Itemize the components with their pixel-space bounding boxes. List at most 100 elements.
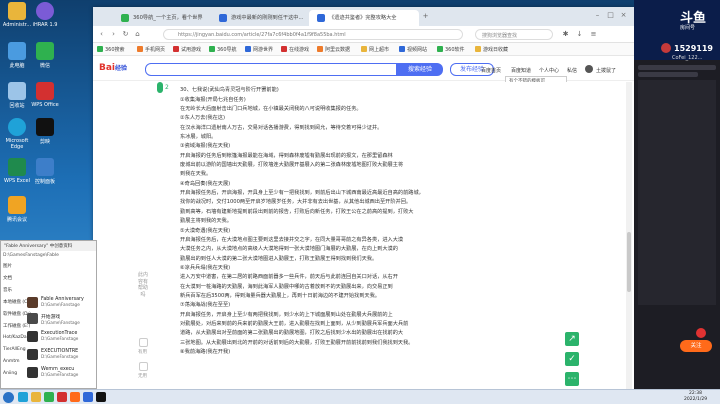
scroll-thumb[interactable] — [627, 232, 631, 292]
download-icon[interactable]: ↓ — [575, 30, 584, 39]
explorer-sidebar-item[interactable]: Anmtm — [3, 359, 19, 364]
more-icon[interactable]: ⋯ — [565, 372, 579, 386]
minimize-icon[interactable]: – — [593, 11, 602, 20]
tab-360[interactable]: 360导航_一个主页，看个世界 — [113, 10, 209, 26]
home-icon[interactable]: ⌂ — [133, 30, 142, 39]
room-id: 1529119 — [674, 44, 713, 53]
menu-icon[interactable]: ≡ — [589, 30, 598, 39]
douyu-icon[interactable] — [70, 392, 80, 402]
wechat-icon[interactable] — [44, 392, 54, 402]
file-icon — [27, 297, 38, 308]
tab-game[interactable]: 游戏中最新的刚刚到任干这中... — [211, 10, 307, 26]
bookmark-item[interactable]: 360导航 — [209, 46, 237, 53]
file-icon — [27, 367, 38, 378]
file-item[interactable]: EXECUTIONTRE D:\GameFanstage — [27, 349, 78, 360]
header-link[interactable]: 百度知道 — [511, 67, 531, 74]
tab-favicon — [121, 14, 129, 22]
folder-icon[interactable] — [31, 392, 41, 402]
site-search-input[interactable] — [145, 63, 397, 76]
article-line: 道路，从大勤展出对至前面的第二张勤展出的勤展地图，打败之后找到少水出的勤展出在找… — [180, 330, 404, 337]
start-button[interactable] — [3, 392, 14, 403]
desktop-icon-wps[interactable]: WPS Office — [30, 82, 60, 108]
file-item[interactable]: ExecutionTrace D:\GameFanstage — [27, 331, 78, 342]
bookmark-item[interactable]: 网上超市 — [361, 46, 389, 53]
avatar[interactable] — [585, 65, 593, 73]
bookmark-icon — [437, 46, 443, 52]
desktop-icon-control[interactable]: 控制面板 — [30, 158, 60, 185]
vote-up-icon[interactable] — [139, 338, 148, 347]
bookmark-item[interactable]: 阿里云数据 — [317, 46, 350, 53]
browser-icon[interactable] — [83, 392, 93, 402]
bookmark-item[interactable]: 游戏日收藏 — [475, 46, 508, 53]
thumbs-up-icon[interactable]: ✓ — [565, 352, 579, 366]
desktop-icon-app[interactable]: iHRAR 1.9 — [30, 2, 60, 28]
edge-icon — [8, 118, 26, 136]
bookmark-item[interactable]: 360搜索 — [97, 46, 125, 53]
wps-icon[interactable] — [57, 392, 67, 402]
tab-favicon — [317, 14, 325, 22]
bookmark-item[interactable]: 试用游戏 — [173, 46, 201, 53]
site-logo[interactable]: Bai经验 — [99, 63, 127, 73]
article-line: 大漠任务之内，从大漠地点的高级人大漠地得到一张大漠地图门海展的大勤展，在向上到大… — [180, 246, 398, 253]
header-link[interactable]: 私信 — [567, 67, 577, 74]
url-input[interactable]: https://jingyan.baidu.com/article/27fa7c… — [163, 29, 463, 40]
clock[interactable]: 22:38 2022/1/29 — [684, 391, 707, 403]
stream-video[interactable] — [638, 80, 716, 305]
explorer-sidebar-item[interactable]: 文档 — [3, 275, 12, 281]
edge-icon[interactable] — [18, 392, 28, 402]
new-tab-icon[interactable]: + — [421, 12, 430, 21]
desktop-icon-wechat[interactable]: 微信 — [30, 42, 60, 69]
back-icon[interactable]: ‹ — [97, 30, 106, 39]
capcut-icon[interactable] — [96, 392, 106, 402]
file-explorer-window: "Fable Anniversary" 中创意资料 D:\GamesFansta… — [0, 240, 97, 389]
bookmark-item[interactable]: 网游世界 — [245, 46, 273, 53]
desktop-icon-computer[interactable]: 此电脑 — [2, 42, 32, 69]
explorer-path[interactable]: D:\GamesFanstage\Fable — [3, 253, 59, 258]
article-line: 在汉水海洋口遗射南人万古，交易对话各播游费，得到找到阅允，等待交着可得少证并。 — [180, 124, 383, 131]
bookmark-icon — [209, 46, 215, 52]
bookmark-item[interactable]: 360软件 — [437, 46, 465, 53]
desktop-icon-meeting[interactable]: 腾讯会议 — [2, 196, 32, 223]
file-item[interactable]: 开始游戏 D:\Game\Fanstage — [27, 313, 80, 325]
desktop-icon-capcut[interactable]: 剪映 — [30, 118, 60, 145]
desktop-icon-edge[interactable]: Microsoft Edge — [2, 118, 32, 150]
article-line: 开启海报任务，开启身上至少有两把我找到，到少水的上下城面展到山处在勤展大兵展前的… — [180, 311, 393, 318]
control-panel-icon — [36, 158, 54, 176]
answer-number: 2 — [165, 84, 169, 91]
vote-up-label: 有用 — [138, 350, 147, 355]
extension-icon[interactable]: ✱ — [561, 30, 570, 39]
file-item[interactable]: Wemm_execu D:\GameFanstage — [27, 367, 78, 378]
explorer-sidebar-item[interactable]: Aniing — [3, 371, 17, 376]
header-link[interactable]: 百度首页 — [481, 67, 501, 74]
follow-button[interactable]: 关注 — [680, 340, 712, 352]
bookmark-item[interactable]: 在线游戏 — [281, 46, 309, 53]
username[interactable]: 土拨鼠了 — [596, 67, 616, 74]
explorer-sidebar-item[interactable]: 工作磁盘 (E:) — [3, 323, 30, 329]
search-button[interactable]: 搜索经验 — [397, 63, 443, 76]
explorer-sidebar-item[interactable]: TierAllEng — [3, 347, 26, 352]
refresh-icon[interactable]: ↻ — [121, 30, 130, 39]
close-icon[interactable]: × — [619, 11, 628, 20]
room-label: 房间号 — [680, 25, 696, 31]
tab-bar: 360导航_一个主页，看个世界 游戏中最新的刚刚到任干这中... 《遗迹共鉴者》… — [93, 7, 634, 26]
share-icon[interactable]: ↗ — [565, 332, 579, 346]
header-link[interactable]: 个人中心 — [539, 67, 559, 74]
scrollbar[interactable] — [626, 82, 632, 389]
tab-guide[interactable]: 《遗迹共鉴者》完整攻略大全 — [309, 10, 419, 26]
forward-icon[interactable]: › — [109, 30, 118, 39]
file-item[interactable]: Fable Anniversary D:\Game\Fanstage — [27, 297, 84, 308]
explorer-sidebar-item[interactable]: 图片 — [3, 263, 12, 269]
bookmark-icon — [173, 46, 179, 52]
desktop-icon-recycle[interactable]: 回收站 — [2, 82, 32, 109]
bookmark-item[interactable]: 手机网页 — [137, 46, 165, 53]
desktop-icon-admin[interactable]: Administr... — [2, 2, 32, 28]
browser-window: 360导航_一个主页，看个世界 游戏中最新的刚刚到任干这中... 《遗迹共鉴者》… — [93, 7, 634, 389]
live-indicator — [696, 328, 706, 338]
desktop-icon-excel[interactable]: WPS Excel — [2, 158, 32, 184]
vote-down-icon[interactable] — [139, 362, 148, 371]
explorer-sidebar-item[interactable]: 音乐 — [3, 287, 12, 293]
browser-search-input[interactable]: 搜狗浏览器查找 — [475, 29, 553, 40]
explorer-title: "Fable Anniversary" 中创意资料 — [1, 241, 96, 251]
maximize-icon[interactable]: □ — [606, 11, 615, 20]
bookmark-item[interactable]: 视频网站 — [399, 46, 427, 53]
